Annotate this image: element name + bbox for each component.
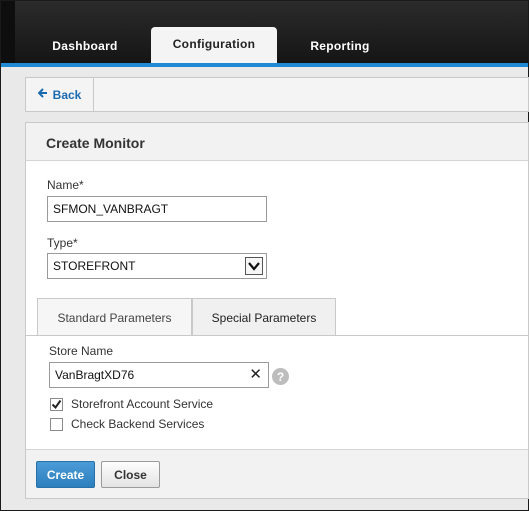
app-window: Dashboard Configuration Reporting Back C… xyxy=(0,0,529,511)
name-label: Name* xyxy=(47,178,84,192)
check-backend-services-label: Check Backend Services xyxy=(71,417,205,431)
panel-header: Create Monitor xyxy=(26,123,528,161)
back-label: Back xyxy=(52,87,82,102)
tab-dashboard[interactable]: Dashboard xyxy=(37,29,133,63)
tab-special-parameters[interactable]: Special Parameters xyxy=(192,298,336,336)
close-button[interactable]: Close xyxy=(101,461,160,488)
arrow-left-icon xyxy=(37,88,48,101)
nav-accent-rule xyxy=(1,63,528,67)
tab-configuration[interactable]: Configuration xyxy=(151,27,277,67)
type-label: Type* xyxy=(47,236,78,250)
top-navigation: Dashboard Configuration Reporting xyxy=(1,1,528,67)
back-button[interactable]: Back xyxy=(26,78,94,111)
tab-standard-parameters[interactable]: Standard Parameters xyxy=(37,298,192,336)
chevron-down-icon[interactable] xyxy=(245,257,263,275)
type-select-value: STOREFRONT xyxy=(53,259,136,273)
storefront-account-service-checkbox[interactable] xyxy=(50,398,63,411)
help-icon[interactable]: ? xyxy=(272,368,289,385)
back-bar: Back xyxy=(25,77,529,112)
tab-reporting[interactable]: Reporting xyxy=(293,29,387,63)
panel-footer: Create Close xyxy=(26,450,528,498)
store-name-value: VanBragtXD76 xyxy=(55,368,135,382)
check-backend-services-checkbox[interactable] xyxy=(50,418,63,431)
nav-left-strip xyxy=(1,1,15,63)
name-field[interactable]: SFMON_VANBRAGT xyxy=(47,196,267,222)
store-name-label: Store Name xyxy=(49,344,114,358)
store-name-field[interactable]: VanBragtXD76 ✕ xyxy=(49,362,269,388)
check-icon xyxy=(51,399,62,410)
clear-icon[interactable]: ✕ xyxy=(249,367,262,383)
create-monitor-panel: Create Monitor Name* SFMON_VANBRAGT Type… xyxy=(25,122,529,499)
page-title: Create Monitor xyxy=(46,135,145,151)
type-select[interactable]: STOREFRONT xyxy=(47,253,267,279)
tab-divider xyxy=(26,335,528,336)
storefront-account-service-label: Storefront Account Service xyxy=(71,397,214,411)
create-button[interactable]: Create xyxy=(36,461,95,488)
